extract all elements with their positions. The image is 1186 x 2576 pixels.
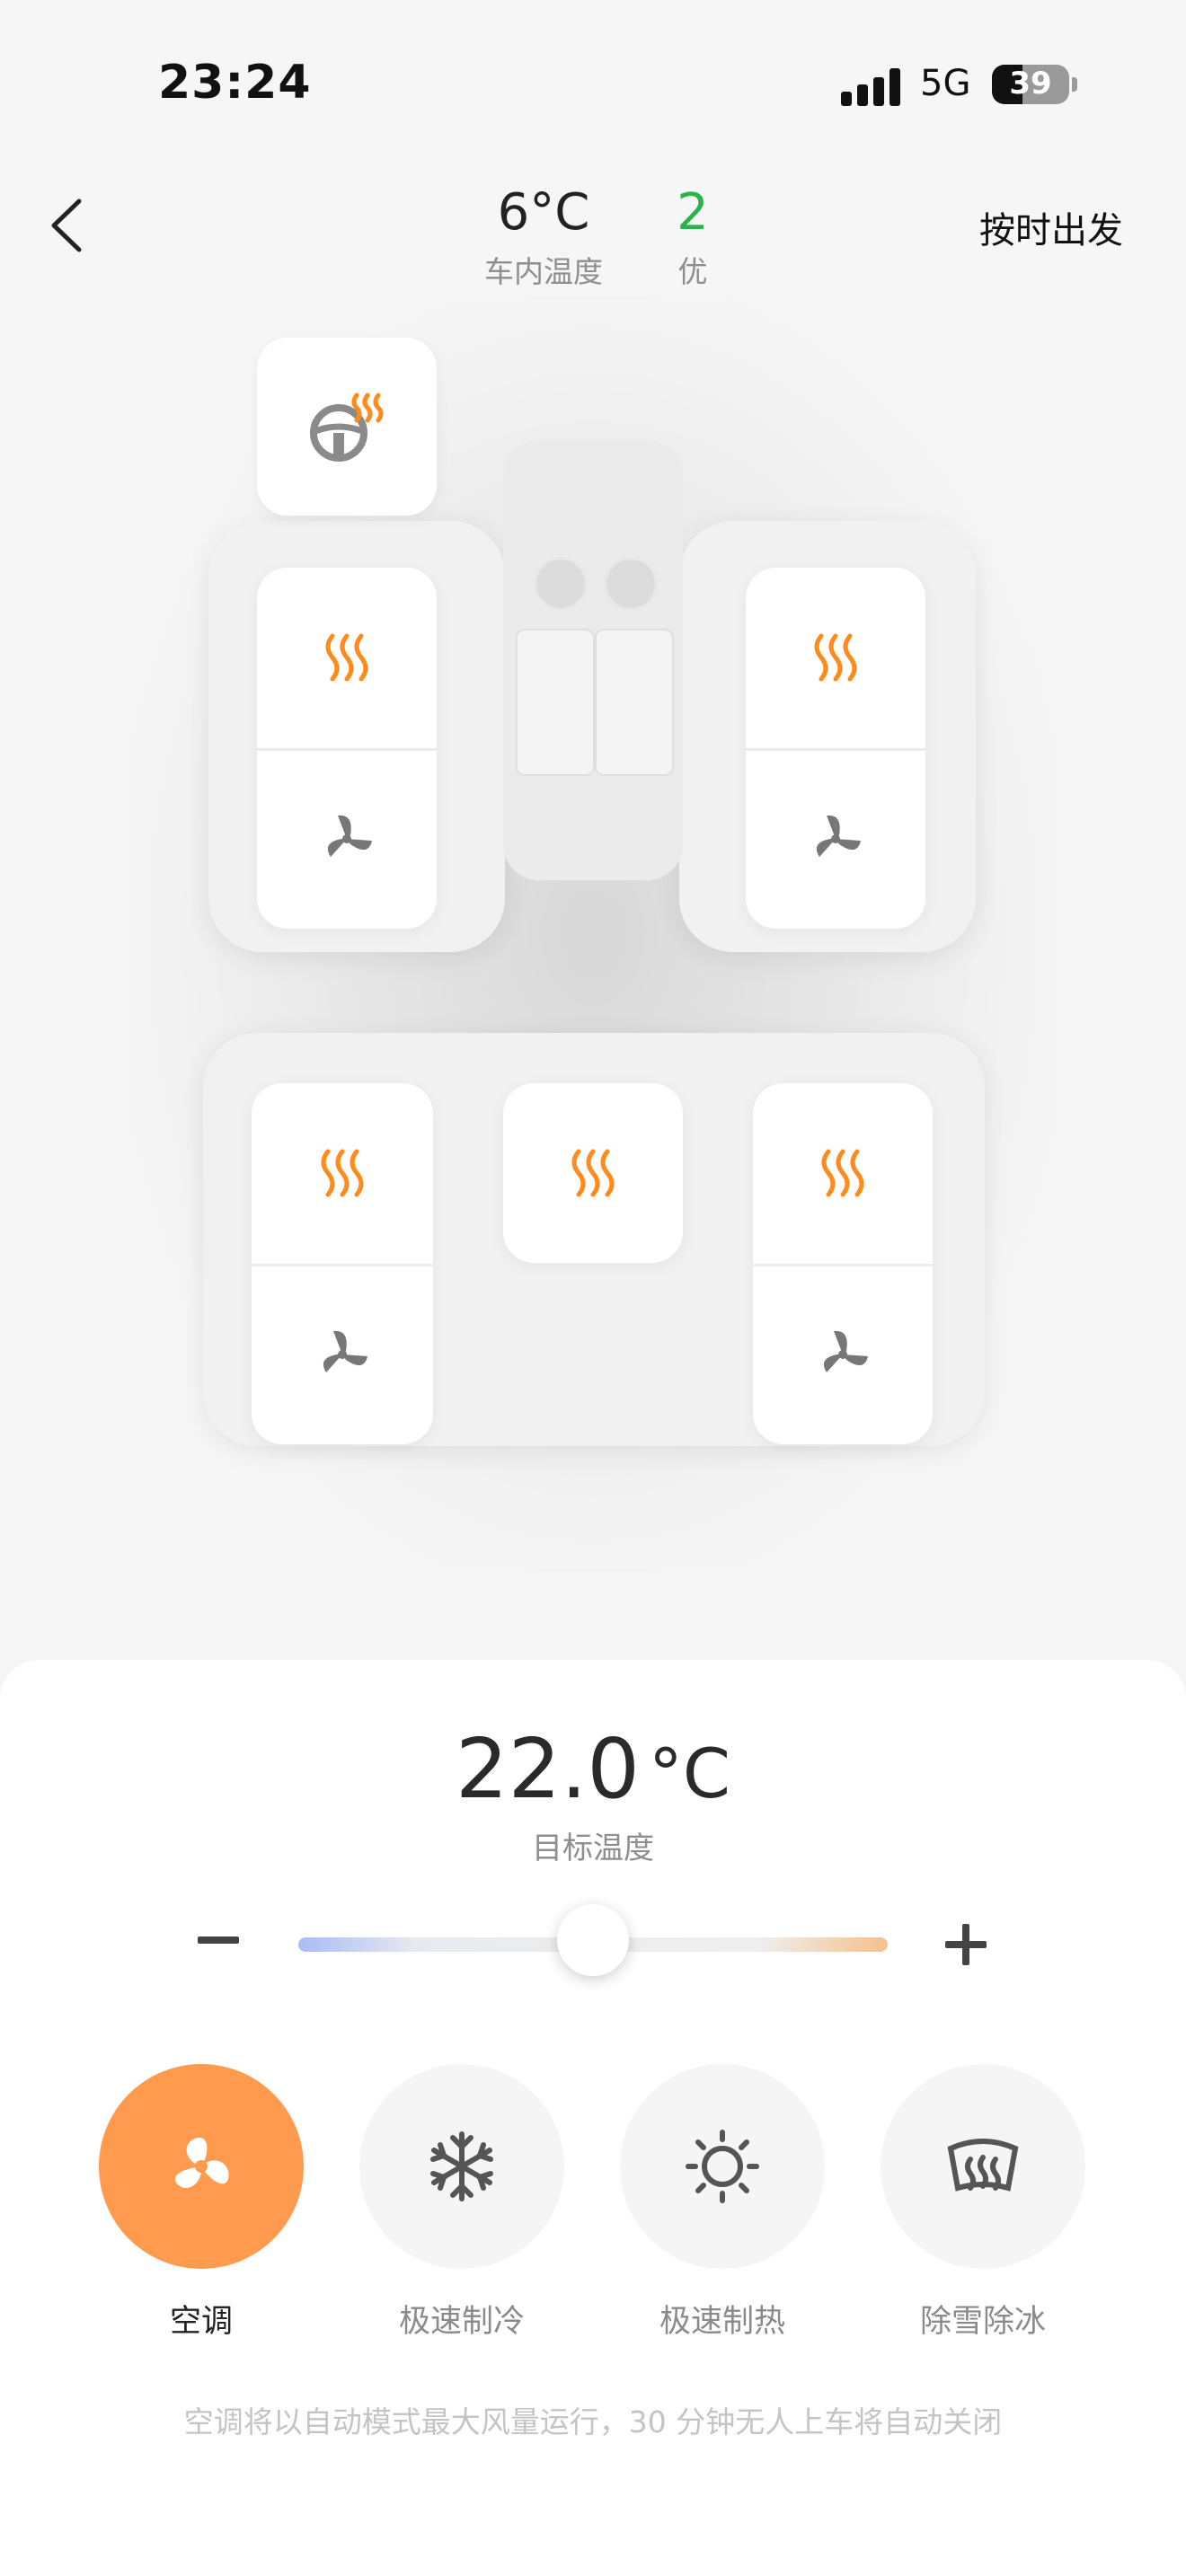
mode-defrost-button[interactable] — [881, 2064, 1085, 2269]
snowflake-icon — [430, 2131, 493, 2201]
target-temperature-value: 22.0 — [456, 1721, 640, 1817]
air-quality-label: 优 — [677, 254, 708, 289]
fan-icon — [323, 1330, 367, 1372]
rear-right-fan-button[interactable] — [753, 1265, 933, 1444]
target-temperature: 22.0 °C — [0, 1721, 1186, 1817]
rear-right-seat-tile — [753, 1083, 933, 1444]
air-quality-value: 2 — [677, 183, 709, 242]
front-left-heat-button[interactable] — [257, 568, 437, 747]
decrease-temp-button[interactable] — [198, 1936, 239, 1944]
steering-heat-icon — [310, 393, 384, 462]
mode-rapid-heat-label: 极速制热 — [659, 2304, 785, 2340]
heat-icon — [321, 1149, 364, 1197]
increase-temp-button[interactable] — [945, 1924, 987, 1965]
heat-icon — [814, 633, 857, 682]
fan-icon — [816, 815, 861, 857]
network-type: 5G — [920, 63, 971, 104]
steering-heat-button[interactable] — [257, 338, 437, 516]
ac-fan-icon — [174, 2137, 229, 2189]
front-left-fan-button[interactable] — [257, 749, 437, 929]
schedule-departure-button[interactable]: 按时出发 — [979, 201, 1123, 253]
inner-temperature-label: 车内温度 — [484, 254, 603, 289]
rear-middle-seat-tile — [503, 1083, 683, 1263]
temperature-slider-thumb[interactable] — [557, 1904, 629, 1976]
heat-icon — [821, 1149, 864, 1197]
signal-icon — [841, 68, 902, 106]
steering-wheel-heat-tile — [257, 338, 437, 516]
battery-level: 39 — [1009, 66, 1052, 101]
inner-temperature: 6°C — [497, 183, 590, 242]
back-icon[interactable] — [47, 196, 88, 255]
defrost-icon — [947, 2139, 1019, 2192]
rear-left-seat-tile — [252, 1083, 433, 1444]
heat-icon — [571, 1149, 615, 1197]
mode-rapid-heat-button[interactable] — [620, 2064, 825, 2269]
mode-ac-button[interactable] — [99, 2064, 304, 2269]
center-console — [503, 440, 683, 880]
target-temperature-unit: °C — [648, 1734, 730, 1813]
sun-icon — [686, 2130, 759, 2203]
battery-tip — [1072, 77, 1077, 92]
battery-icon: 39 — [992, 65, 1069, 104]
rear-left-fan-button[interactable] — [252, 1265, 433, 1444]
rear-left-heat-button[interactable] — [252, 1083, 433, 1263]
heat-icon — [325, 633, 368, 682]
front-right-seat-tile — [746, 568, 925, 929]
mode-defrost-label: 除雪除冰 — [919, 2304, 1046, 2340]
front-right-fan-button[interactable] — [746, 749, 925, 929]
mode-hint: 空调将以自动模式最大风量运行，30 分钟无人上车将自动关闭 — [183, 2404, 1003, 2439]
target-temperature-label: 目标温度 — [532, 1831, 654, 1866]
mode-ac-label: 空调 — [169, 2304, 233, 2340]
mode-rapid-cool-label: 极速制冷 — [398, 2304, 525, 2340]
front-right-heat-button[interactable] — [746, 568, 925, 747]
rear-middle-heat-button[interactable] — [503, 1083, 683, 1263]
fan-icon — [823, 1330, 868, 1372]
mode-rapid-cool-button[interactable] — [359, 2064, 564, 2269]
rear-right-heat-button[interactable] — [753, 1083, 933, 1263]
front-left-seat-tile — [257, 568, 437, 929]
status-time: 23:24 — [158, 56, 312, 110]
fan-icon — [327, 815, 372, 857]
